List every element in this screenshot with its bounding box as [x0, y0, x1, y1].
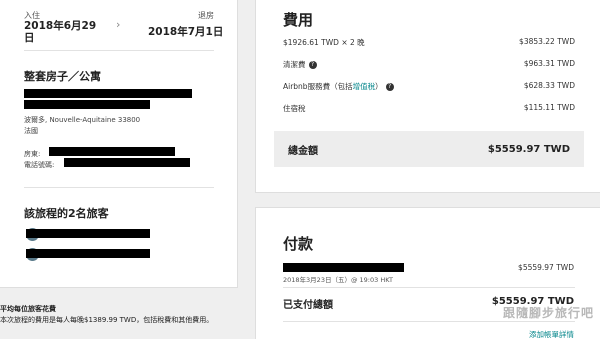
redacted-street — [24, 100, 150, 109]
watermark: 跟隨腳步旅行吧 — [502, 306, 594, 320]
service-fee-label: Airbnb服務費（包括 — [283, 82, 353, 91]
fee-amount: $3853.22 TWD — [519, 37, 575, 46]
redacted-listing-name — [24, 89, 192, 98]
redacted-payment-method — [283, 263, 404, 272]
fee-row-tax: 住宿稅 $115.11 TWD — [283, 103, 575, 114]
payment-line-amount: $5559.97 TWD — [518, 263, 574, 272]
add-invoice-details-link[interactable]: 添加帳單詳情 — [529, 329, 574, 339]
reservation-summary-card: 入住 2018年6月29日 › 退房 2018年7月1日 整套房子／公寓 波爾多… — [0, 0, 238, 288]
fee-title: 費用 — [283, 11, 314, 29]
fee-amount: $963.31 TWD — [523, 59, 575, 68]
redacted-phone — [64, 158, 190, 167]
average-cost-text: 本次旅程的費用是每人每晚$1389.99 TWD，包括稅費和其他費用。 — [0, 316, 214, 324]
listing-type: 整套房子／公寓 — [24, 70, 101, 83]
guests-title: 該旅程的2名旅客 — [24, 207, 109, 220]
payment-date: 2018年3月23日（五）@ 19:03 HKT — [283, 276, 393, 284]
help-circle-icon[interactable]: ? — [385, 83, 394, 91]
total-bar: 總金額 $5559.97 TWD — [274, 131, 584, 167]
total-amount: $5559.97 TWD — [487, 143, 570, 155]
checkout-label: 退房 — [198, 11, 214, 20]
average-cost-block: 平均每位旅客花費 本次旅程的費用是每人每晚$1389.99 TWD，包括稅費和其… — [0, 304, 250, 326]
paid-total-label: 已支付總額 — [283, 300, 333, 311]
host-label: 房東: — [24, 150, 41, 158]
redacted-host-name — [49, 147, 175, 156]
redacted-guest-name — [26, 249, 150, 258]
chevron-right-icon: › — [116, 18, 121, 31]
checkin-date: 2018年6月29日 — [24, 20, 97, 44]
vat-link[interactable]: 增值稅 — [353, 82, 376, 91]
average-cost-title: 平均每位旅客花費 — [0, 305, 56, 313]
total-label: 總金額 — [288, 145, 318, 157]
checkout-date: 2018年7月1日 — [148, 26, 224, 38]
divider — [283, 321, 575, 322]
address-line: 波爾多, Nouvelle-Aquitaine 33800 — [24, 116, 141, 124]
fee-label: $1926.61 TWD × 2 晚 — [283, 38, 365, 47]
fee-row-cleaning: 清潔費? $963.31 TWD — [283, 59, 575, 70]
cleaning-fee-label: 清潔費 — [283, 60, 306, 69]
fee-breakdown-card: 費用 $1926.61 TWD × 2 晚 $3853.22 TWD 清潔費? … — [255, 0, 600, 193]
divider — [24, 50, 214, 51]
fee-amount: $628.33 TWD — [523, 81, 575, 90]
divider — [283, 287, 575, 288]
address-country: 法國 — [24, 127, 38, 135]
fee-row-nights: $1926.61 TWD × 2 晚 $3853.22 TWD — [283, 37, 575, 48]
phone-label: 電話號碼: — [24, 161, 55, 169]
fee-row-service: Airbnb服務費（包括增值稅）? $628.33 TWD — [283, 81, 575, 92]
redacted-guest-name — [26, 229, 150, 238]
fee-label: 住宿稅 — [283, 104, 306, 113]
service-fee-label-suffix: ） — [375, 82, 383, 91]
fee-label: Airbnb服務費（包括增值稅）? — [283, 81, 394, 92]
address: 波爾多, Nouvelle-Aquitaine 33800 法國 — [24, 115, 224, 137]
payment-title: 付款 — [283, 235, 314, 253]
help-circle-icon[interactable]: ? — [308, 61, 317, 69]
divider — [24, 187, 214, 188]
fee-amount: $115.11 TWD — [523, 103, 575, 112]
fee-label: 清潔費? — [283, 59, 317, 70]
